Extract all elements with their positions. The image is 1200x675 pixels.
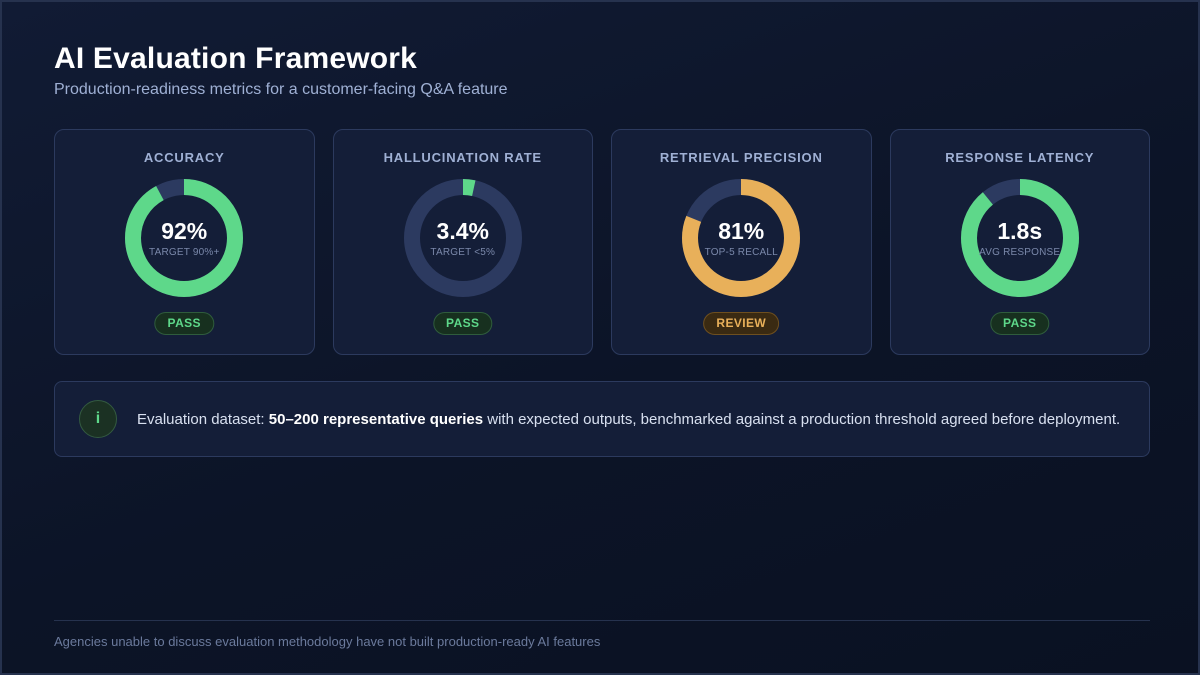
metric-value: 92% [161, 218, 208, 244]
page-title: AI Evaluation Framework [54, 42, 418, 75]
info-highlight: 50–200 representative queries [268, 411, 484, 428]
status-badge: PASS [433, 312, 493, 335]
status-badge: REVIEW [703, 312, 780, 335]
footer-divider [54, 620, 1150, 621]
metric-value: 81% [718, 218, 765, 244]
info-icon: i [79, 400, 117, 438]
metric-target: AVG RESPONSE [979, 247, 1061, 258]
page-subtitle: Production-readiness metrics for a custo… [54, 81, 508, 98]
metric-card-accuracy: ACCURACY 92% TARGET 90%+ PASS [54, 129, 315, 355]
slide-frame: AI Evaluation Framework Production-readi… [0, 0, 1200, 675]
metric-value: 3.4% [436, 218, 489, 244]
status-badge: PASS [154, 312, 214, 335]
footer-note: Agencies unable to discuss evaluation me… [54, 634, 601, 649]
donut-gauge: 92% TARGET 90%+ [124, 178, 244, 298]
info-prefix: Evaluation dataset: [137, 411, 269, 428]
metric-card-response-latency: RESPONSE LATENCY 1.8s AVG RESPONSE PASS [889, 129, 1150, 355]
info-suffix: with expected outputs, benchmarked again… [483, 411, 1121, 428]
metric-target: TOP-5 RECALL [704, 247, 778, 258]
donut-gauge: 81% TOP-5 RECALL [681, 178, 801, 298]
status-badge: PASS [990, 312, 1050, 335]
metric-value: 1.8s [997, 218, 1043, 244]
metric-card-hallucination-rate: HALLUCINATION RATE 3.4% TARGET <5% PASS [332, 129, 593, 355]
info-callout: i Evaluation dataset: 50–200 representat… [54, 381, 1150, 457]
metric-card-retrieval-precision: RETRIEVAL PRECISION 81% TOP-5 RECALL REV… [611, 129, 872, 355]
metric-cards: ACCURACY 92% TARGET 90%+ PASS HALLUCINAT… [54, 129, 1150, 355]
metric-label: ACCURACY [143, 150, 225, 165]
donut-gauge: 1.8s AVG RESPONSE [960, 178, 1080, 298]
metric-target: TARGET 90%+ [149, 247, 220, 258]
metric-label: RESPONSE LATENCY [945, 150, 1095, 165]
metric-label: RETRIEVAL PRECISION [659, 150, 823, 165]
metric-target: TARGET <5% [430, 247, 496, 258]
metric-label: HALLUCINATION RATE [383, 150, 542, 165]
info-text: Evaluation dataset: 50–200 representativ… [137, 411, 1120, 428]
donut-gauge: 3.4% TARGET <5% [403, 178, 523, 298]
